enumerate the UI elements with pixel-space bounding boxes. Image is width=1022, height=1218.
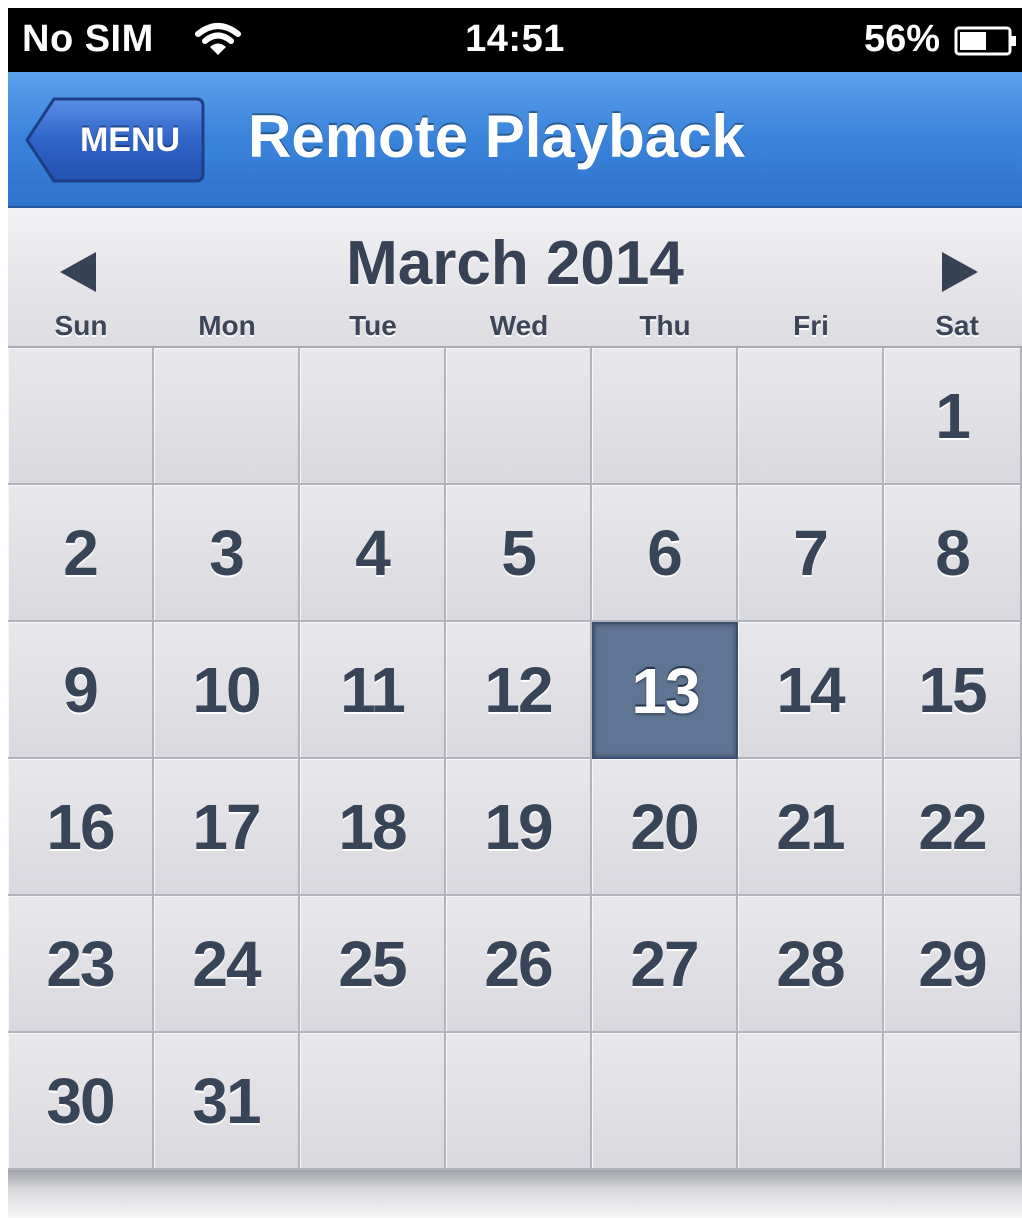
day-cell-25[interactable]: 25 <box>300 896 446 1033</box>
weekday-wed: Wed <box>489 310 549 341</box>
phone-screen: No SIM 14:51 56% MENU Remote Playback Ma… <box>8 8 1022 1218</box>
calendar-grid: 1 2 3 4 5 6 7 8 9 10 11 12 13 14 15 16 17 18 19 20 21 22 23 24 2… <box>8 348 1022 1170</box>
day-cell-30[interactable]: 30 <box>8 1033 154 1170</box>
weekday-sat: Sat <box>935 310 979 341</box>
day-cell-9[interactable]: 9 <box>8 622 154 759</box>
weekday-mon: Mon <box>198 310 256 341</box>
day-cell-23[interactable]: 23 <box>8 896 154 1033</box>
day-cell-29[interactable]: 29 <box>884 896 1022 1033</box>
weekday-thu: Thu <box>639 310 691 341</box>
weekday-fri: Fri <box>793 310 829 341</box>
day-cell-12[interactable]: 12 <box>446 622 592 759</box>
battery-percent-label: 56% <box>863 18 940 60</box>
day-cell-31[interactable]: 31 <box>154 1033 300 1170</box>
empty-day-cell <box>300 1033 446 1170</box>
day-cell-18[interactable]: 18 <box>300 759 446 896</box>
day-cell-5[interactable]: 5 <box>446 485 592 622</box>
empty-day-cell <box>300 348 446 485</box>
day-cell-8[interactable]: 8 <box>884 485 1022 622</box>
day-cell-24[interactable]: 24 <box>154 896 300 1033</box>
battery-fill <box>960 32 986 50</box>
day-cell-21[interactable]: 21 <box>738 759 884 896</box>
day-cell-22[interactable]: 22 <box>884 759 1022 896</box>
day-cell-14[interactable]: 14 <box>738 622 884 759</box>
day-cell-26[interactable]: 26 <box>446 896 592 1033</box>
day-cell-7[interactable]: 7 <box>738 485 884 622</box>
empty-day-cell <box>738 1033 884 1170</box>
weekday-sun: Sun <box>54 310 108 341</box>
day-cell-27[interactable]: 27 <box>592 896 738 1033</box>
empty-day-cell <box>592 1033 738 1170</box>
menu-back-button[interactable]: MENU <box>24 96 206 184</box>
day-cell-13-selected[interactable]: 13 <box>592 622 738 759</box>
empty-day-cell <box>738 348 884 485</box>
empty-day-cell <box>446 348 592 485</box>
day-cell-10[interactable]: 10 <box>154 622 300 759</box>
day-cell-16[interactable]: 16 <box>8 759 154 896</box>
empty-day-cell <box>154 348 300 485</box>
right-triangle-icon <box>942 252 978 292</box>
day-cell-2[interactable]: 2 <box>8 485 154 622</box>
day-cell-1[interactable]: 1 <box>884 348 1022 485</box>
empty-day-cell <box>592 348 738 485</box>
battery-icon <box>954 26 1016 56</box>
status-bar: No SIM 14:51 56% <box>8 8 1022 72</box>
day-cell-4[interactable]: 4 <box>300 485 446 622</box>
menu-button-label: MENU <box>79 120 181 159</box>
month-title: March 2014 <box>346 229 684 298</box>
day-cell-20[interactable]: 20 <box>592 759 738 896</box>
day-cell-15[interactable]: 15 <box>884 622 1022 759</box>
day-cell-19[interactable]: 19 <box>446 759 592 896</box>
navigation-bar: MENU Remote Playback <box>8 72 1022 208</box>
day-cell-17[interactable]: 17 <box>154 759 300 896</box>
empty-day-cell <box>884 1033 1022 1170</box>
page-title: Remote Playback <box>248 103 745 170</box>
empty-day-cell <box>8 348 154 485</box>
day-cell-3[interactable]: 3 <box>154 485 300 622</box>
bottom-toolbar-shadow <box>8 1170 1022 1218</box>
day-cell-11[interactable]: 11 <box>300 622 446 759</box>
calendar-header: March 2014 Sun Mon Tue Wed Thu Fri Sat <box>8 208 1022 348</box>
next-month-button[interactable] <box>930 242 990 302</box>
weekday-tue: Tue <box>349 310 397 341</box>
day-cell-28[interactable]: 28 <box>738 896 884 1033</box>
empty-day-cell <box>446 1033 592 1170</box>
day-cell-6[interactable]: 6 <box>592 485 738 622</box>
